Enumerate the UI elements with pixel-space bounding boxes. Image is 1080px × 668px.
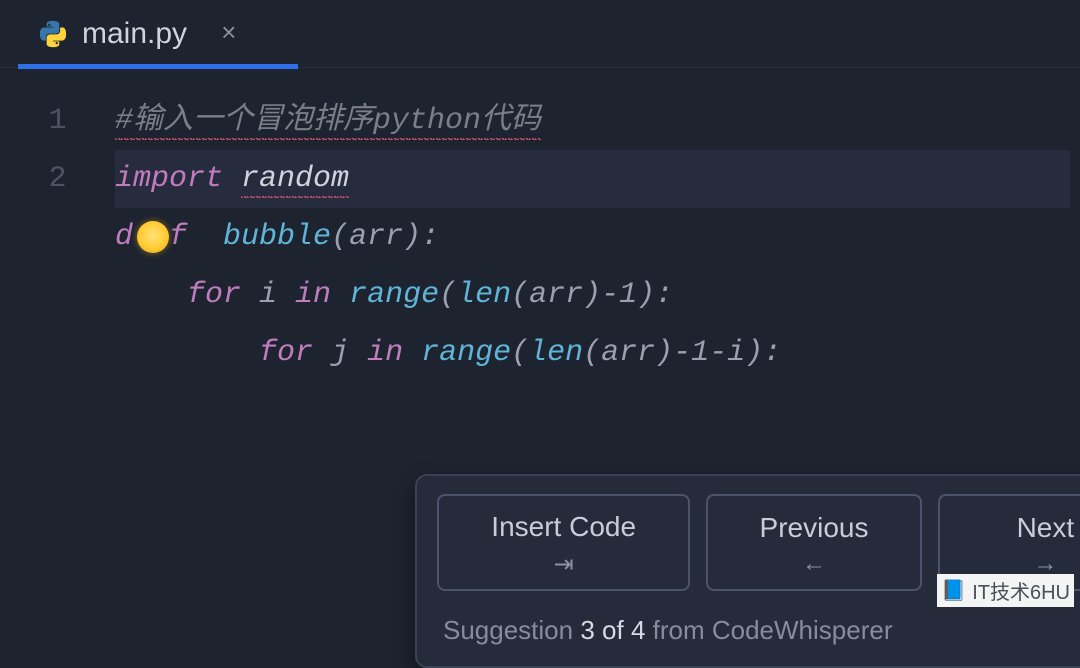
code-token: ( (511, 336, 529, 370)
code-line[interactable]: d f bubble(arr): (115, 208, 1070, 266)
close-icon[interactable]: × (221, 21, 237, 47)
code-token: len (529, 336, 583, 370)
code-line[interactable]: for i in range(len(arr)-1): (115, 266, 1070, 324)
code-token (331, 278, 349, 312)
watermark-text: IT技术6HU (972, 576, 1070, 605)
code-token: random (241, 162, 349, 198)
code-token: (arr)- (583, 336, 691, 370)
insert-icon: ⇥ (554, 550, 574, 579)
code-line[interactable]: #输入一个冒泡排序python代码 (115, 92, 1070, 150)
tab-bar: main.py × (0, 0, 1080, 68)
tab-main-py[interactable]: main.py × (18, 0, 257, 68)
code-token: in (295, 278, 331, 312)
code-token: import (115, 162, 223, 196)
code-token: (arr)- (511, 278, 619, 312)
button-label: Insert Code (491, 510, 636, 544)
previous-button[interactable]: Previous ← (706, 494, 921, 591)
code-token: len (457, 278, 511, 312)
line-number: 1 (0, 92, 115, 150)
button-label: Previous (760, 511, 869, 545)
button-label: Next (1017, 511, 1075, 545)
code-token: #输入一个冒泡排序python代码 (115, 104, 541, 140)
code-token: ): (637, 278, 673, 312)
code-line[interactable]: for j in range(len(arr)-1-i): (115, 324, 1070, 382)
suggestion-status: Suggestion 3 of 4 from CodeWhisperer (443, 615, 892, 646)
code-token: range (421, 336, 511, 370)
code-token: -i): (709, 336, 781, 370)
tab-title: main.py (82, 17, 187, 51)
code-token: ( (439, 278, 457, 312)
insert-code-button[interactable]: Insert Code ⇥ (437, 494, 690, 591)
code-token: for (187, 278, 241, 312)
code-token: i (241, 278, 295, 312)
code-token (115, 278, 187, 312)
code-area[interactable]: #输入一个冒泡排序python代码import randomd f bubble… (115, 86, 1080, 613)
code-token: 1 (619, 278, 637, 312)
code-token: range (349, 278, 439, 312)
watermark: 📘 IT技术6HU (937, 574, 1074, 607)
code-token (115, 336, 259, 370)
code-token: bubble (223, 220, 331, 254)
code-token (223, 162, 241, 196)
python-icon (38, 19, 68, 49)
code-token: (arr): (331, 220, 439, 254)
arrow-left-icon: ← (802, 550, 826, 578)
code-token (403, 336, 421, 370)
code-token: for (259, 336, 313, 370)
code-token: in (367, 336, 403, 370)
line-number: 2 (0, 150, 115, 208)
code-token: j (313, 336, 367, 370)
code-line[interactable]: import random (115, 150, 1070, 208)
book-icon: 📘 (941, 578, 966, 603)
panel-status-row: Suggestion 3 of 4 from CodeWhisperer (417, 605, 1080, 666)
code-token: 1 (691, 336, 709, 370)
lightbulb-icon[interactable] (137, 221, 169, 253)
gutter: 12 (0, 86, 115, 613)
editor: 12 #输入一个冒泡排序python代码import randomd f bub… (0, 68, 1080, 613)
suggestion-panel: Insert Code ⇥ Previous ← Next → Suggesti… (415, 474, 1080, 668)
